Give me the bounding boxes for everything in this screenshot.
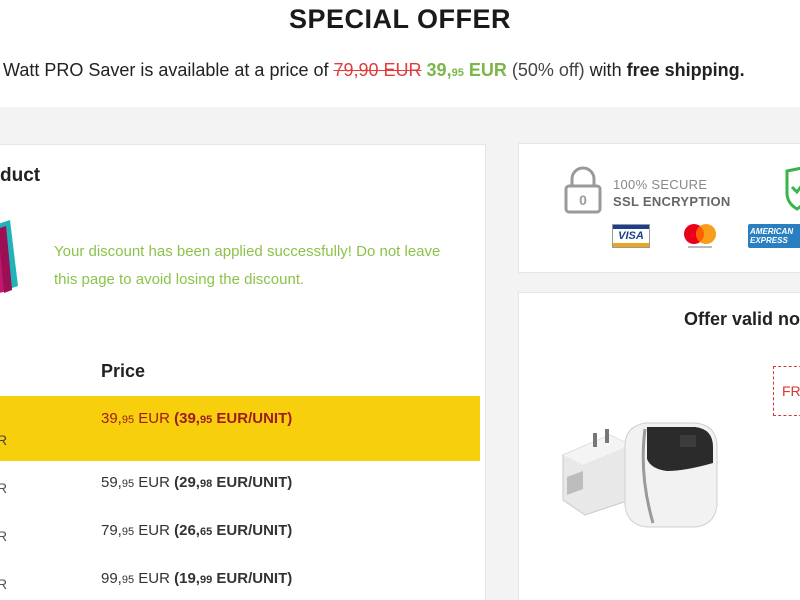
price-column-header: Price bbox=[101, 361, 146, 381]
secure-label: 100% SECURE bbox=[613, 177, 708, 192]
package-option-row[interactable]: 39,95 EUR (39,95 EUR/UNIT) R bbox=[0, 396, 480, 461]
offer-description: Watt PRO Saver is available at a price o… bbox=[3, 60, 745, 80]
discount-success-message: Your discount has been applied successfu… bbox=[54, 243, 441, 288]
svg-text:0: 0 bbox=[579, 192, 587, 208]
package-option-row[interactable]: 59,95 EUR (29,98 EUR/UNIT) R bbox=[0, 465, 480, 505]
package-quantity: R bbox=[0, 480, 8, 496]
package-price: 99,95 EUR (19,99 EUR/UNIT) bbox=[101, 570, 293, 587]
shield-check-icon bbox=[785, 166, 800, 211]
amex-card-icon: AMERICAN EXPRESS bbox=[748, 224, 800, 248]
package-option-row[interactable]: 79,95 EUR (26,65 EUR/UNIT) R bbox=[0, 513, 480, 553]
padlock-icon: 0 bbox=[564, 166, 602, 214]
free-badge: FR bbox=[773, 366, 800, 416]
discount-percent: (50% off) bbox=[511, 60, 585, 80]
package-price: 79,95 EUR (26,65 EUR/UNIT) bbox=[101, 522, 293, 539]
package-price: 39,95 EUR (39,95 EUR/UNIT) bbox=[101, 410, 293, 427]
old-price: 79,90 EUR bbox=[333, 60, 422, 80]
package-price: 59,95 EUR (29,98 EUR/UNIT) bbox=[101, 474, 293, 491]
package-quantity: R bbox=[0, 432, 8, 448]
product-heading: duct bbox=[0, 165, 41, 186]
product-device-image bbox=[562, 422, 718, 528]
offer-valid-title: Offer valid no bbox=[684, 309, 800, 329]
free-shipping: free shipping. bbox=[626, 60, 745, 80]
package-quantity: R bbox=[0, 576, 8, 592]
ssl-label: SSL ENCRYPTION bbox=[613, 194, 731, 209]
package-option-row[interactable]: 99,95 EUR (19,99 EUR/UNIT) R bbox=[0, 561, 480, 600]
package-quantity: R bbox=[0, 528, 8, 544]
visa-card-icon: VISA bbox=[612, 224, 650, 248]
product-thumbnail bbox=[0, 220, 18, 293]
header-section: SPECIAL OFFER Watt PRO Saver is availabl… bbox=[0, 0, 800, 107]
offer-prefix: Watt PRO Saver is available at a price o… bbox=[3, 60, 334, 80]
new-price: 39,95 EUR bbox=[426, 60, 507, 80]
page-title: SPECIAL OFFER bbox=[288, 4, 512, 34]
mastercard-icon bbox=[684, 224, 716, 248]
